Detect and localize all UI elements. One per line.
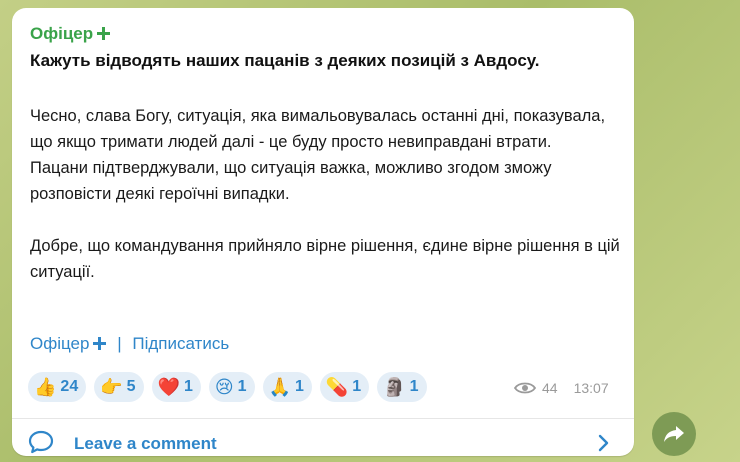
view-count: 44	[542, 380, 558, 396]
leave-comment-label: Leave a comment	[74, 434, 217, 453]
subscribe-link[interactable]: Підписатись	[132, 334, 229, 353]
reaction-praying-hands[interactable]: 🙏 1	[262, 372, 312, 402]
reaction-thumbs-up[interactable]: 👍 24	[28, 372, 87, 402]
reaction-count: 1	[409, 378, 419, 395]
reaction-count: 1	[294, 378, 304, 395]
reaction-count: 1	[183, 378, 193, 395]
reaction-crying-face[interactable]: 😢 1	[208, 372, 255, 402]
comment-bubble-icon	[28, 430, 54, 454]
heart-icon: ❤️	[157, 377, 180, 397]
eye-icon	[514, 382, 536, 394]
reaction-heart[interactable]: ❤️ 1	[151, 372, 201, 402]
post-headline: Кажуть відводять наших пацанів з деяких …	[30, 51, 540, 70]
pill-icon: 💊	[325, 377, 349, 397]
reaction-count: 5	[126, 378, 136, 395]
post-paragraph: Пацани підтверджували, що ситуація важка…	[30, 159, 552, 203]
share-arrow-icon	[664, 426, 684, 442]
reactions-bar: 👍 24 👉 5 ❤️ 1 😢 1 🙏 1 💊 1 🗿 1	[28, 372, 427, 402]
reaction-count: 1	[237, 378, 247, 395]
post-paragraph: Чесно, слава Богу, ситуація, яка вимальо…	[30, 107, 606, 151]
thumbs-up-icon: 👍	[34, 377, 57, 397]
reaction-pill[interactable]: 💊 1	[319, 372, 370, 402]
reaction-count: 24	[60, 378, 79, 395]
post-signature: Офіцер | Підписатись	[30, 334, 229, 354]
share-button[interactable]	[652, 412, 696, 456]
hand-pointing-icon: 👉	[100, 377, 123, 397]
reaction-count: 1	[352, 378, 362, 395]
crying-face-icon: 😢	[214, 377, 234, 397]
message-bubble: Офіцер Кажуть відводять наших пацанів з …	[12, 8, 634, 456]
reaction-custom-sticker[interactable]: 🗿 1	[377, 372, 427, 402]
channel-name-label: Офіцер	[30, 24, 94, 43]
post-body: Чесно, слава Богу, ситуація, яка вимальо…	[30, 103, 630, 285]
chevron-right-icon	[598, 434, 609, 452]
post-paragraph: Добре, що командування прийняло вірне рі…	[30, 237, 620, 281]
signature-channel-link[interactable]: Офіцер	[30, 334, 89, 353]
signature-separator: |	[117, 334, 122, 353]
custom-sticker-icon: 🗿	[383, 377, 406, 397]
reaction-hand-pointing[interactable]: 👉 5	[94, 372, 144, 402]
leave-comment-button[interactable]: Leave a comment	[12, 419, 634, 456]
praying-hands-icon: 🙏	[268, 377, 291, 397]
channel-name[interactable]: Офіцер	[30, 24, 111, 44]
message-time: 13:07	[573, 380, 609, 396]
plus-icon	[97, 27, 111, 40]
message-meta: 44 13:07	[514, 380, 609, 396]
plus-icon	[93, 337, 107, 350]
